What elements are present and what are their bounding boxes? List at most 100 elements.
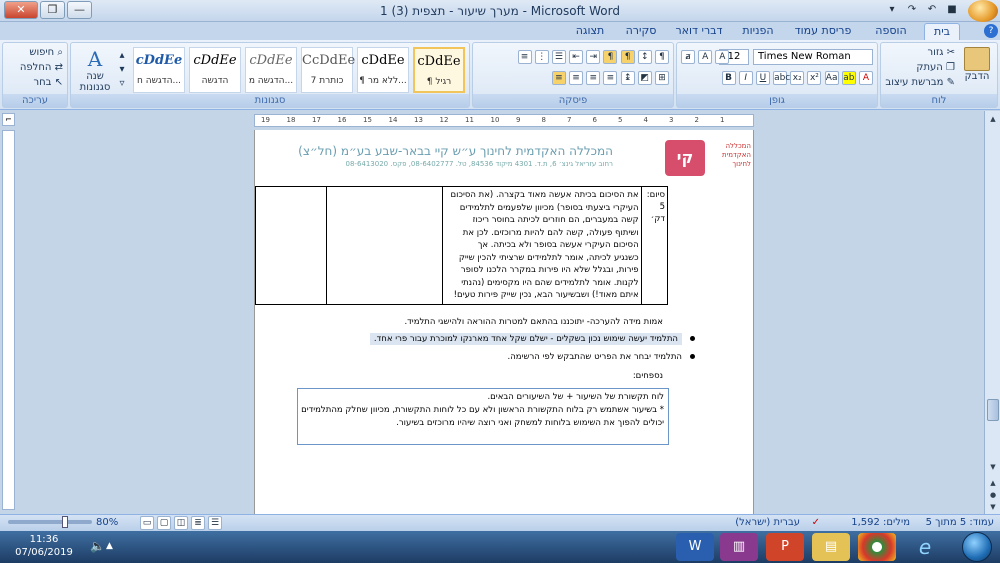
winrar-taskbar-icon[interactable]: ▥ bbox=[720, 533, 758, 561]
table-label-cell[interactable]: סיום: 5 דק׳ bbox=[640, 186, 669, 305]
scroll-thumb[interactable] bbox=[987, 399, 999, 421]
shading-icon[interactable]: ◩ bbox=[637, 71, 652, 85]
styles-scroll[interactable]: ▴ ▾ ▿ bbox=[117, 49, 127, 91]
vertical-scrollbar[interactable]: ▲ ▼ ▲ ● ▼ bbox=[984, 111, 1000, 514]
find-button[interactable]: חיפוש ⌕ bbox=[29, 47, 63, 58]
tab-references[interactable]: הפניות bbox=[734, 23, 782, 40]
superscript-icon[interactable]: x² bbox=[807, 71, 822, 85]
center-icon[interactable]: ≡ bbox=[569, 71, 584, 85]
tab-home[interactable]: בית bbox=[924, 23, 960, 40]
numbering-icon[interactable]: ⋮ bbox=[534, 50, 549, 64]
draft-icon[interactable]: ☰ bbox=[208, 516, 222, 530]
decrease-indent-icon[interactable]: ⇤ bbox=[569, 50, 584, 64]
close-button[interactable]: ✕ bbox=[4, 1, 38, 19]
horizontal-ruler[interactable]: 19 18 17 16 15 14 13 12 11 10 9 8 7 6 5 4 3 2 1 bbox=[254, 114, 754, 127]
highlight-icon[interactable]: ab bbox=[841, 71, 856, 85]
bullets-icon[interactable]: ≡ bbox=[517, 50, 532, 64]
word-taskbar-icon[interactable]: W bbox=[676, 533, 714, 561]
previous-page-icon[interactable]: ▲ bbox=[987, 477, 999, 489]
minimize-button[interactable]: — bbox=[67, 1, 92, 19]
maximize-button[interactable]: ❐ bbox=[40, 1, 65, 19]
zoom-slider[interactable] bbox=[8, 516, 92, 528]
table-empty-cell[interactable] bbox=[255, 186, 328, 305]
outline-icon[interactable]: ≣ bbox=[191, 516, 205, 530]
select-button[interactable]: בחר ↖ bbox=[33, 77, 63, 88]
page-count[interactable]: עמוד: 5 מתוך 5 bbox=[926, 517, 994, 528]
style-normal[interactable]: cDdEe ¶ רגיל bbox=[413, 47, 465, 93]
tab-selector[interactable]: ⌐ bbox=[2, 113, 15, 126]
browse-object-icon[interactable]: ● bbox=[987, 489, 999, 501]
ie-taskbar-icon[interactable]: e bbox=[906, 533, 944, 561]
sort-icon[interactable]: ↕ bbox=[637, 50, 652, 64]
print-layout-icon[interactable]: ▭ bbox=[140, 516, 154, 530]
redo-icon[interactable]: ↷ bbox=[904, 2, 920, 18]
web-layout-icon[interactable]: ◫ bbox=[174, 516, 188, 530]
ltr-icon[interactable]: ¶ bbox=[620, 50, 635, 64]
zoom-slider-thumb[interactable] bbox=[62, 516, 68, 528]
vertical-ruler[interactable] bbox=[2, 130, 15, 510]
help-icon[interactable]: ? bbox=[984, 24, 998, 38]
full-screen-icon[interactable]: ▢ bbox=[157, 516, 171, 530]
justify-icon[interactable]: ≡ bbox=[603, 71, 618, 85]
tab-insert[interactable]: הוספה bbox=[866, 23, 916, 40]
word-count[interactable]: מילים: 1,592 bbox=[851, 517, 910, 528]
zoom-level[interactable]: 80% bbox=[96, 517, 118, 528]
tab-page-layout[interactable]: פריסת עמוד bbox=[788, 23, 858, 40]
align-left-icon[interactable]: ≡ bbox=[586, 71, 601, 85]
ruler-number: 5 bbox=[618, 116, 623, 124]
language[interactable]: עברית (ישראל) bbox=[735, 517, 800, 528]
document-page[interactable]: המכללה האקדמית לחינוך ע״ש קיי בבאר-שבע ב… bbox=[254, 130, 754, 514]
line-spacing-icon[interactable]: ↨ bbox=[620, 71, 635, 85]
scroll-up-icon[interactable]: ▲ bbox=[987, 113, 999, 125]
shrink-font-icon[interactable]: A bbox=[698, 50, 713, 64]
grow-font-icon[interactable]: A bbox=[715, 50, 730, 64]
copy-button[interactable]: העתק ❐ bbox=[916, 62, 955, 73]
explorer-taskbar-icon[interactable]: ▤ bbox=[812, 533, 850, 561]
chrome-taskbar-icon[interactable] bbox=[858, 533, 896, 561]
paste-button[interactable]: הדבק bbox=[961, 47, 993, 82]
change-styles-button[interactable]: A שנה סגנונות bbox=[73, 47, 117, 93]
table-empty-cell[interactable] bbox=[326, 186, 443, 305]
start-button[interactable] bbox=[962, 532, 992, 562]
bold-icon[interactable]: B bbox=[721, 71, 736, 85]
tab-mailings[interactable]: דברי דואר bbox=[670, 23, 728, 40]
show-marks-icon[interactable]: ¶ bbox=[655, 50, 669, 64]
save-icon[interactable]: ■ bbox=[944, 2, 960, 18]
change-case-icon[interactable]: Aa bbox=[824, 71, 839, 85]
strikethrough-icon[interactable]: abc bbox=[773, 71, 790, 85]
appendix-textbox[interactable]: לוח תקשורת של השיעור + של השיעורים הבאים… bbox=[297, 388, 669, 445]
next-page-icon[interactable]: ▼ bbox=[987, 501, 999, 513]
align-right-icon[interactable]: ≡ bbox=[551, 71, 566, 85]
increase-indent-icon[interactable]: ⇥ bbox=[586, 50, 601, 64]
italic-icon[interactable]: I bbox=[738, 71, 753, 85]
style-emphasis[interactable]: cDdEe הדגשה bbox=[189, 47, 241, 93]
clock[interactable]: 11:36 07/06/2019 bbox=[4, 533, 84, 559]
scroll-down-icon[interactable]: ▼ bbox=[987, 461, 999, 473]
rtl-icon[interactable]: ¶ bbox=[603, 50, 618, 64]
table-text-cell[interactable]: את הסיכום בכיתה אעשה מאוד בקצרה. (את הסי… bbox=[441, 186, 642, 305]
volume-icon[interactable]: 🔈 bbox=[90, 539, 105, 553]
style-intense-emphasis[interactable]: cDdEe הדגשה ח... bbox=[133, 47, 185, 93]
replace-button[interactable]: החלפה ⇄ bbox=[20, 62, 63, 73]
summary-line: פירות, ובגלל שלא היו פירות במקרר הלכנו ל… bbox=[460, 265, 639, 275]
subscript-icon[interactable]: x₂ bbox=[790, 71, 805, 85]
tab-view[interactable]: תצוגה bbox=[568, 23, 612, 40]
powerpoint-taskbar-icon[interactable]: P bbox=[766, 533, 804, 561]
customize-qat-icon[interactable]: ▾ bbox=[884, 2, 900, 18]
tab-review[interactable]: סקירה bbox=[618, 23, 664, 40]
multilevel-list-icon[interactable]: ☰ bbox=[551, 50, 566, 64]
undo-icon[interactable]: ↶ bbox=[924, 2, 940, 18]
style-heading-7[interactable]: CcDdEe כותרת 7 bbox=[301, 47, 355, 93]
clear-format-icon[interactable]: ⱥ bbox=[681, 50, 695, 64]
underline-icon[interactable]: U bbox=[755, 71, 770, 85]
cut-button[interactable]: גזור ✂ bbox=[927, 47, 955, 58]
tray-expand-icon[interactable]: ▲ bbox=[106, 541, 113, 551]
office-button[interactable] bbox=[968, 0, 998, 22]
format-painter-button[interactable]: מברשת עיצוב ✎ bbox=[885, 77, 955, 88]
proofing-icon[interactable]: ✓ bbox=[812, 517, 820, 528]
style-no-spacing[interactable]: cDdEe ¶ ללא מר... bbox=[357, 47, 409, 93]
font-name-box[interactable]: Times New Roman bbox=[753, 49, 873, 65]
style-subtle-emphasis[interactable]: cDdEe הדגשה מ... bbox=[245, 47, 297, 93]
borders-icon[interactable]: ⊞ bbox=[655, 71, 669, 85]
font-color-icon[interactable]: A bbox=[859, 71, 873, 85]
